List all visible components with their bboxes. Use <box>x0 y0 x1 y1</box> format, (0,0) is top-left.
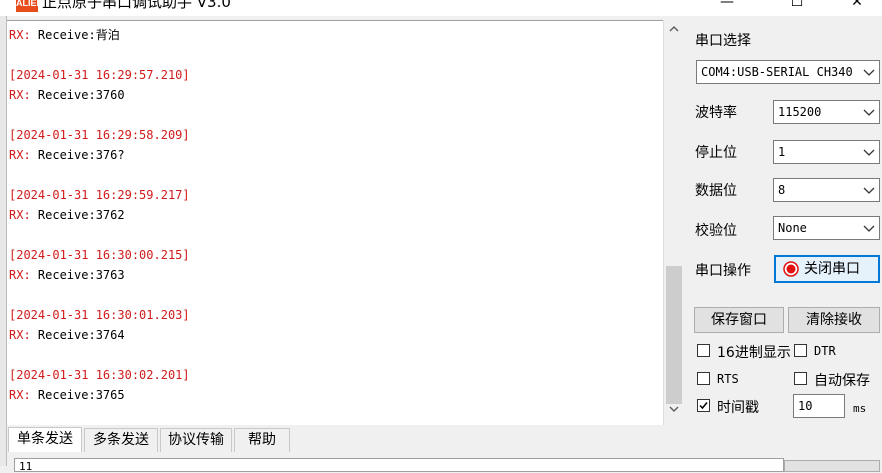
send-input[interactable]: 11 <box>14 458 784 472</box>
hex-display-label: 16进制显示 <box>717 345 791 361</box>
minimize-icon: — <box>720 0 734 10</box>
log-line: RX: Receive:3764 <box>9 328 125 342</box>
close-icon: ✕ <box>851 0 863 10</box>
port-op-label: 串口操作 <box>695 263 751 279</box>
save-window-button[interactable]: 保存窗口 <box>694 307 784 333</box>
rx-prefix: RX: <box>9 388 31 402</box>
chevron-down-icon <box>669 406 679 413</box>
parity-select[interactable]: None <box>773 216 880 240</box>
log-timestamp: [2024-01-31 16:30:00.215] <box>9 248 190 262</box>
baud-select[interactable]: 115200 <box>773 100 880 124</box>
tab-protocol-transfer[interactable]: 协议传输 <box>160 428 232 452</box>
chevron-down-icon <box>863 109 875 116</box>
chevron-down-icon <box>863 69 875 76</box>
chevron-up-icon <box>669 25 679 32</box>
hex-display-checkbox[interactable] <box>697 344 710 357</box>
window-title: 正点原子串口调试助手 V3.0 <box>42 0 231 11</box>
log-line: RX: Receive:3760 <box>9 88 125 102</box>
log-scrollbar[interactable] <box>663 20 684 425</box>
rx-prefix: RX: <box>9 328 31 342</box>
close-window-button[interactable]: ✕ <box>834 0 880 14</box>
port-select[interactable]: COM4:USB-SERIAL CH340 <box>696 60 880 84</box>
log-timestamp: [2024-01-31 16:30:02.201] <box>9 368 190 382</box>
app-logo: ALIENTEK <box>16 0 61 12</box>
left-edge-strip <box>0 16 7 466</box>
log-timestamp: [2024-01-31 16:30:01.203] <box>9 308 190 322</box>
receive-log[interactable]: RX: Receive:背泊 [2024-01-31 16:29:57.210]… <box>7 20 663 425</box>
interval-input[interactable]: 10 <box>793 394 845 418</box>
tab-multi-send[interactable]: 多条发送 <box>84 428 158 452</box>
rx-prefix: RX: <box>9 268 31 282</box>
log-timestamp: [2024-01-31 16:29:58.209] <box>9 128 190 142</box>
baud-label: 波特率 <box>695 105 737 121</box>
maximize-button[interactable]: ☐ <box>774 0 820 14</box>
log-line: RX: Receive:3763 <box>9 268 125 282</box>
stopbits-select[interactable]: 1 <box>773 140 880 164</box>
scroll-down-button[interactable] <box>664 402 684 422</box>
parity-label: 校验位 <box>695 223 737 239</box>
close-port-button[interactable]: 关闭串口 <box>774 255 880 283</box>
rx-prefix: RX: <box>9 28 31 42</box>
port-status-indicator-icon <box>783 261 799 277</box>
dtr-label: DTR <box>814 344 836 358</box>
log-line: RX: Receive:背泊 <box>9 28 120 42</box>
log-line: RX: Receive:3762 <box>9 208 125 222</box>
rx-prefix: RX: <box>9 88 31 102</box>
tab-help[interactable]: 帮助 <box>234 428 290 452</box>
databits-select[interactable]: 8 <box>773 178 880 202</box>
auto-save-checkbox[interactable] <box>794 372 807 385</box>
log-line: RX: Receive:376? <box>9 148 125 162</box>
scroll-thumb[interactable] <box>666 266 682 404</box>
tab-single-send[interactable]: 单条发送 <box>8 427 82 452</box>
rts-checkbox[interactable] <box>697 372 710 385</box>
rx-prefix: RX: <box>9 208 31 222</box>
chevron-down-icon <box>863 149 875 156</box>
log-timestamp: [2024-01-31 16:29:57.210] <box>9 68 190 82</box>
rx-prefix: RX: <box>9 148 31 162</box>
log-line: RX: Receive:3765 <box>9 388 125 402</box>
timestamp-checkbox[interactable] <box>697 399 710 412</box>
databits-label: 数据位 <box>695 183 737 199</box>
checkmark-icon <box>699 402 708 410</box>
minimize-button[interactable]: — <box>704 0 750 14</box>
auto-save-label: 自动保存 <box>814 373 870 389</box>
log-timestamp: [2024-01-31 16:29:59.217] <box>9 188 190 202</box>
dtr-checkbox[interactable] <box>794 344 807 357</box>
timestamp-label: 时间戳 <box>717 400 759 416</box>
interval-unit: ms <box>853 402 867 415</box>
chevron-down-icon <box>863 187 875 194</box>
send-button[interactable] <box>784 460 880 472</box>
maximize-icon: ☐ <box>790 0 804 10</box>
stopbits-label: 停止位 <box>695 145 737 161</box>
rts-label: RTS <box>717 372 739 386</box>
port-select-label: 串口选择 <box>695 33 751 49</box>
settings-panel: 串口选择 COM4:USB-SERIAL CH340 波特率 115200 停止… <box>686 16 882 466</box>
scroll-up-button[interactable] <box>664 22 684 42</box>
title-bar: ALIENTEK 正点原子串口调试助手 V3.0 — ☐ ✕ <box>0 0 882 16</box>
clear-receive-button[interactable]: 清除接收 <box>788 307 880 333</box>
chevron-down-icon <box>863 225 875 232</box>
